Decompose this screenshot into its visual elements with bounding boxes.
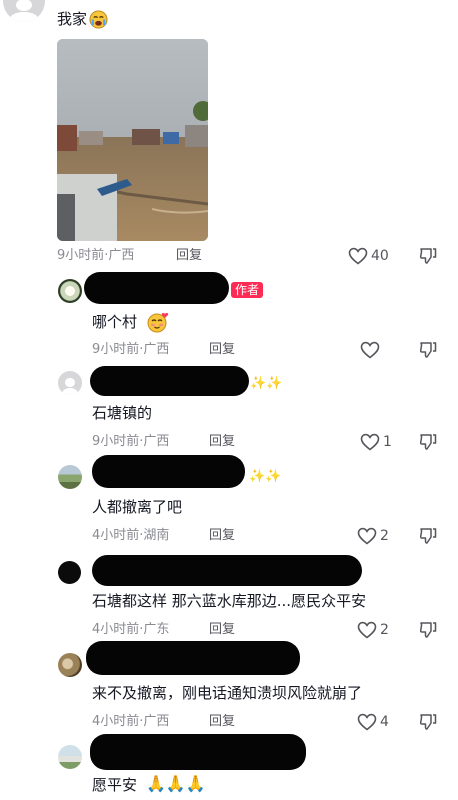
reply-button[interactable]: 回复 bbox=[209, 621, 235, 639]
comment-text: 石塘镇的 bbox=[92, 404, 153, 422]
heart-icon[interactable] bbox=[360, 341, 380, 359]
like-count: 40 bbox=[371, 248, 389, 264]
redacted-username bbox=[84, 272, 229, 304]
avatar[interactable] bbox=[3, 0, 45, 22]
heart-icon[interactable] bbox=[357, 621, 377, 639]
reply-button[interactable]: 回复 bbox=[209, 341, 235, 359]
comment-text: 来不及撤离，刚电话通知溃坝风险就崩了 bbox=[92, 684, 363, 702]
reply-button[interactable]: 回复 bbox=[176, 247, 202, 265]
dislike-icon[interactable] bbox=[419, 621, 437, 639]
like-count: 1 bbox=[383, 434, 392, 450]
avatar[interactable] bbox=[58, 279, 82, 303]
comment-meta: 9小时前·广西 bbox=[57, 248, 135, 263]
avatar[interactable] bbox=[58, 561, 81, 584]
like-count: 2 bbox=[380, 528, 389, 544]
avatar[interactable] bbox=[58, 465, 82, 489]
comment-text: 人都撤离了吧 bbox=[92, 498, 183, 516]
dislike-icon[interactable] bbox=[419, 341, 437, 359]
avatar[interactable] bbox=[58, 745, 82, 769]
avatar[interactable] bbox=[58, 371, 82, 395]
redacted-username bbox=[86, 641, 300, 675]
crying-emoji bbox=[89, 10, 108, 33]
heart-icon[interactable] bbox=[357, 527, 377, 545]
comment-meta: 9小时前·广西 bbox=[92, 434, 170, 449]
blushing-heart-emoji bbox=[146, 311, 170, 337]
redacted-username bbox=[90, 366, 249, 396]
comment-meta: 4小时前·湖南 bbox=[92, 528, 170, 543]
comment-text: 我家 bbox=[57, 10, 88, 28]
avatar[interactable] bbox=[58, 653, 82, 677]
like-count: 4 bbox=[380, 714, 389, 730]
dislike-icon[interactable] bbox=[419, 433, 437, 451]
flood-photo[interactable] bbox=[57, 39, 208, 241]
comment-text: 哪个村 bbox=[92, 313, 138, 331]
reply-button[interactable]: 回复 bbox=[209, 713, 235, 731]
dislike-icon[interactable] bbox=[419, 527, 437, 545]
comment-meta: 9小时前·广西 bbox=[92, 342, 170, 357]
dislike-icon[interactable] bbox=[419, 713, 437, 731]
sparkle-emoji: ✨✨ bbox=[249, 469, 282, 484]
comment-text: 石塘都这样 那六蓝水库那边...愿民众平安 bbox=[92, 592, 367, 610]
comment-meta: 4小时前·广西 bbox=[92, 714, 170, 729]
dislike-icon[interactable] bbox=[419, 247, 437, 265]
like-count: 2 bbox=[380, 622, 389, 638]
comment-text: 愿平安 bbox=[92, 776, 138, 794]
praying-hands-emoji: 🙏🙏🙏 bbox=[146, 774, 206, 793]
redacted-username bbox=[92, 555, 362, 586]
redacted-username bbox=[92, 455, 245, 488]
heart-icon[interactable] bbox=[357, 713, 377, 731]
redacted-username bbox=[90, 734, 306, 770]
heart-icon[interactable] bbox=[360, 433, 380, 451]
sparkle-emoji: ✨✨ bbox=[250, 376, 283, 391]
comment-meta: 4小时前·广东 bbox=[92, 622, 170, 637]
reply-button[interactable]: 回复 bbox=[209, 433, 235, 451]
reply-button[interactable]: 回复 bbox=[209, 527, 235, 545]
author-badge: 作者 bbox=[231, 282, 264, 298]
heart-icon[interactable] bbox=[348, 247, 368, 265]
